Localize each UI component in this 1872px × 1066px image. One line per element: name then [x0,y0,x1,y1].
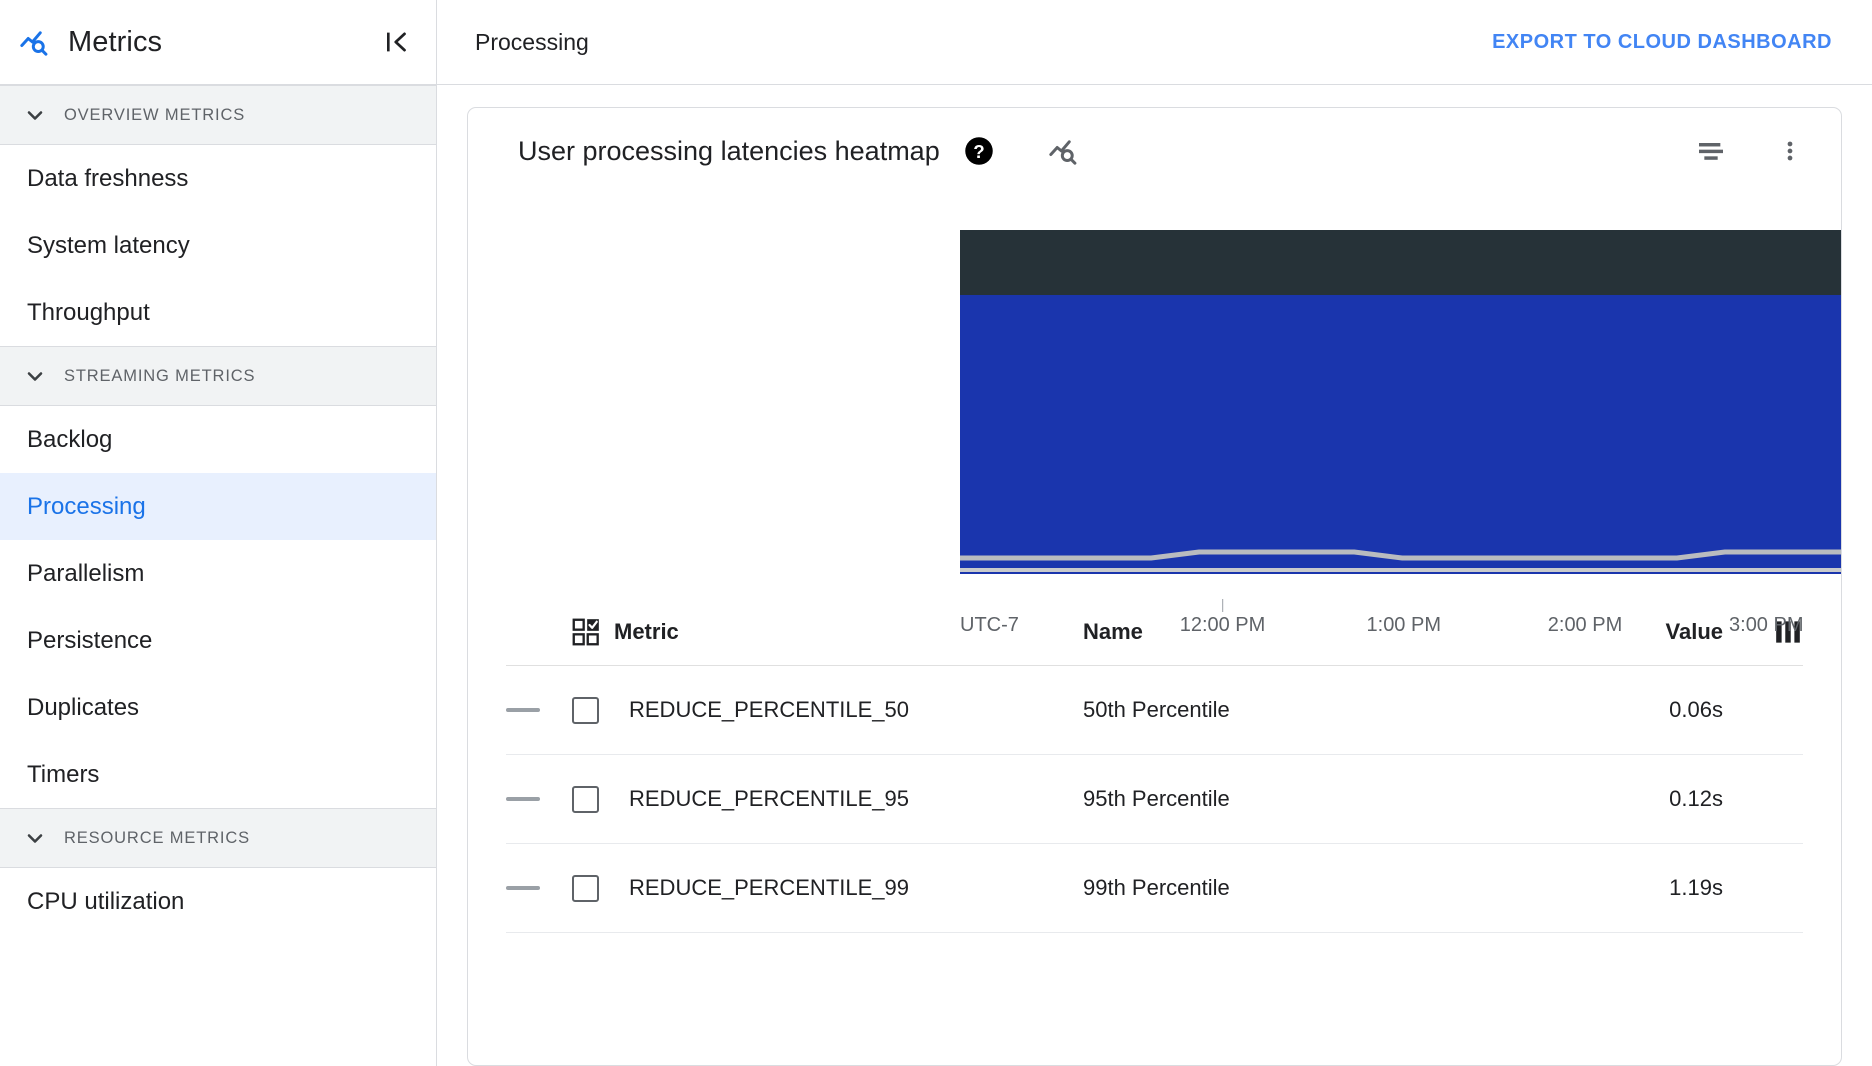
x-tick-label: 2:00 PM [1548,614,1622,637]
metric-label: REDUCE_PERCENTILE_99 [629,875,909,901]
select-all-grid-icon[interactable] [572,618,600,646]
chevron-down-icon [22,363,48,389]
top-bar: Processing EXPORT TO CLOUD DASHBOARD [437,0,1872,85]
row-checkbox[interactable] [572,875,599,902]
sidebar-item-data-freshness[interactable]: Data freshness [0,145,436,212]
name-label: 99th Percentile [1083,875,1543,901]
sidebar-item-label: Backlog [27,426,112,454]
sidebar-item-label: Parallelism [27,560,144,588]
series-color-swatch [506,797,572,801]
header-metric-label: Metric [614,619,679,645]
chevron-down-icon [22,102,48,128]
metrics-explore-icon[interactable] [1048,134,1082,168]
metric-cell: REDUCE_PERCENTILE_50 [572,697,1083,724]
svg-text:?: ? [973,141,984,162]
help-filled-icon[interactable]: ? [964,136,994,166]
export-to-cloud-dashboard-button[interactable]: EXPORT TO CLOUD DASHBOARD [1482,23,1842,62]
sidebar-item-label: Duplicates [27,694,139,722]
sidebar-item-persistence[interactable]: Persistence [0,607,436,674]
metric-cell: REDUCE_PERCENTILE_95 [572,786,1083,813]
metrics-card: User processing latencies heatmap ? [467,107,1842,1066]
content-area: User processing latencies heatmap ? [437,85,1872,1066]
metric-label: REDUCE_PERCENTILE_95 [629,786,909,812]
sidebar-group-resource-metrics[interactable]: RESOURCE METRICS [0,808,436,868]
name-label: 50th Percentile [1083,697,1543,723]
x-axis-labels: UTC-7 12:00 PM 1:00 PM 2:00 PM 3:00 PM 4… [960,614,1842,644]
sidebar-header: Metrics [0,0,436,85]
sidebar-group-label: OVERVIEW METRICS [64,106,245,125]
timezone-label: UTC-7 [960,614,1019,637]
sidebar-item-backlog[interactable]: Backlog [0,406,436,473]
series-color-swatch [506,708,572,712]
page-title: Processing [475,29,1482,56]
metrics-table: Metric Name Value [468,598,1841,1065]
metrics-explore-icon [18,24,54,60]
table-row[interactable]: REDUCE_PERCENTILE_99 99th Percentile 1.1… [506,844,1803,933]
more-vert-icon[interactable] [1777,135,1803,167]
card-header: User processing latencies heatmap ? [468,108,1841,194]
metric-label: REDUCE_PERCENTILE_50 [629,697,909,723]
x-tick-label: 1:00 PM [1367,614,1441,637]
heatmap-plot [960,230,1842,574]
sidebar-item-duplicates[interactable]: Duplicates [0,674,436,741]
sidebar-group-label: STREAMING METRICS [64,367,255,386]
sidebar-item-parallelism[interactable]: Parallelism [0,540,436,607]
value-label: 0.12s [1543,786,1723,812]
sidebar-item-processing[interactable]: Processing [0,473,436,540]
main-panel: Processing EXPORT TO CLOUD DASHBOARD Use… [437,0,1872,1066]
name-label: 95th Percentile [1083,786,1543,812]
chart-title: User processing latencies heatmap [518,136,940,167]
percentile-lines [960,230,1842,574]
series-color-swatch [506,886,572,890]
sidebar-item-label: Data freshness [27,165,188,193]
sidebar-item-cpu-utilization[interactable]: CPU utilization [0,868,436,935]
sidebar-group-label: RESOURCE METRICS [64,829,250,848]
row-checkbox[interactable] [572,697,599,724]
sidebar-item-label: Persistence [27,627,152,655]
sidebar-item-label: CPU utilization [27,888,184,916]
chart-plot-area [960,230,1842,605]
app-root: Metrics OVERVIEW METRICS Data freshness … [0,0,1872,1066]
sidebar-item-label: Processing [27,493,146,521]
sidebar-item-throughput[interactable]: Throughput [0,279,436,346]
value-label: 1.19s [1543,875,1723,901]
heatmap-chart: 30s 20s 10s 0 UTC-7 12:00 PM 1:00 PM 2:0… [468,194,1841,598]
sidebar-group-streaming-metrics[interactable]: STREAMING METRICS [0,346,436,406]
sidebar-title: Metrics [68,26,380,59]
collapse-panel-icon[interactable] [380,25,414,59]
x-tick-label: 12:00 PM [1180,614,1266,637]
table-row[interactable]: REDUCE_PERCENTILE_50 50th Percentile 0.0… [506,666,1803,755]
row-checkbox[interactable] [572,786,599,813]
table-row[interactable]: REDUCE_PERCENTILE_95 95th Percentile 0.1… [506,755,1803,844]
sidebar-item-label: Throughput [27,299,150,327]
x-tick-label: 3:00 PM [1729,614,1803,637]
sidebar-group-overview-metrics[interactable]: OVERVIEW METRICS [0,85,436,145]
sidebar: Metrics OVERVIEW METRICS Data freshness … [0,0,437,1066]
chevron-down-icon [22,825,48,851]
metric-cell: REDUCE_PERCENTILE_99 [572,875,1083,902]
legend-align-icon[interactable] [1695,135,1727,167]
sidebar-item-label: System latency [27,232,190,260]
sidebar-item-label: Timers [27,761,99,789]
sidebar-item-system-latency[interactable]: System latency [0,212,436,279]
sidebar-item-timers[interactable]: Timers [0,741,436,808]
value-label: 0.06s [1543,697,1723,723]
